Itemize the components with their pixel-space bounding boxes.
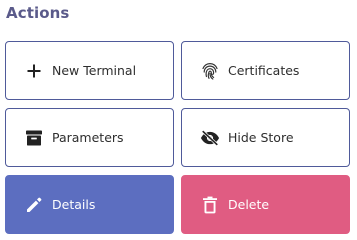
hide-store-button[interactable]: Hide Store (181, 108, 350, 167)
details-label: Details (52, 197, 96, 212)
parameters-label: Parameters (52, 130, 124, 145)
pencil-icon (24, 195, 44, 215)
plus-icon (24, 61, 44, 81)
parameters-button[interactable]: Parameters (5, 108, 174, 167)
section-title: Actions (6, 4, 70, 22)
details-button[interactable]: Details (5, 175, 174, 234)
new-terminal-label: New Terminal (52, 63, 137, 78)
new-terminal-button[interactable]: New Terminal (5, 41, 174, 100)
archive-icon (24, 128, 44, 148)
certificates-label: Certificates (228, 63, 300, 78)
eye-off-icon (200, 128, 220, 148)
delete-label: Delete (228, 197, 270, 212)
hide-store-label: Hide Store (228, 130, 294, 145)
trash-icon (200, 195, 220, 215)
actions-grid: New Terminal Certificates Parameters Hid… (5, 41, 351, 234)
certificates-button[interactable]: Certificates (181, 41, 350, 100)
delete-button[interactable]: Delete (181, 175, 350, 234)
fingerprint-icon (200, 61, 220, 81)
